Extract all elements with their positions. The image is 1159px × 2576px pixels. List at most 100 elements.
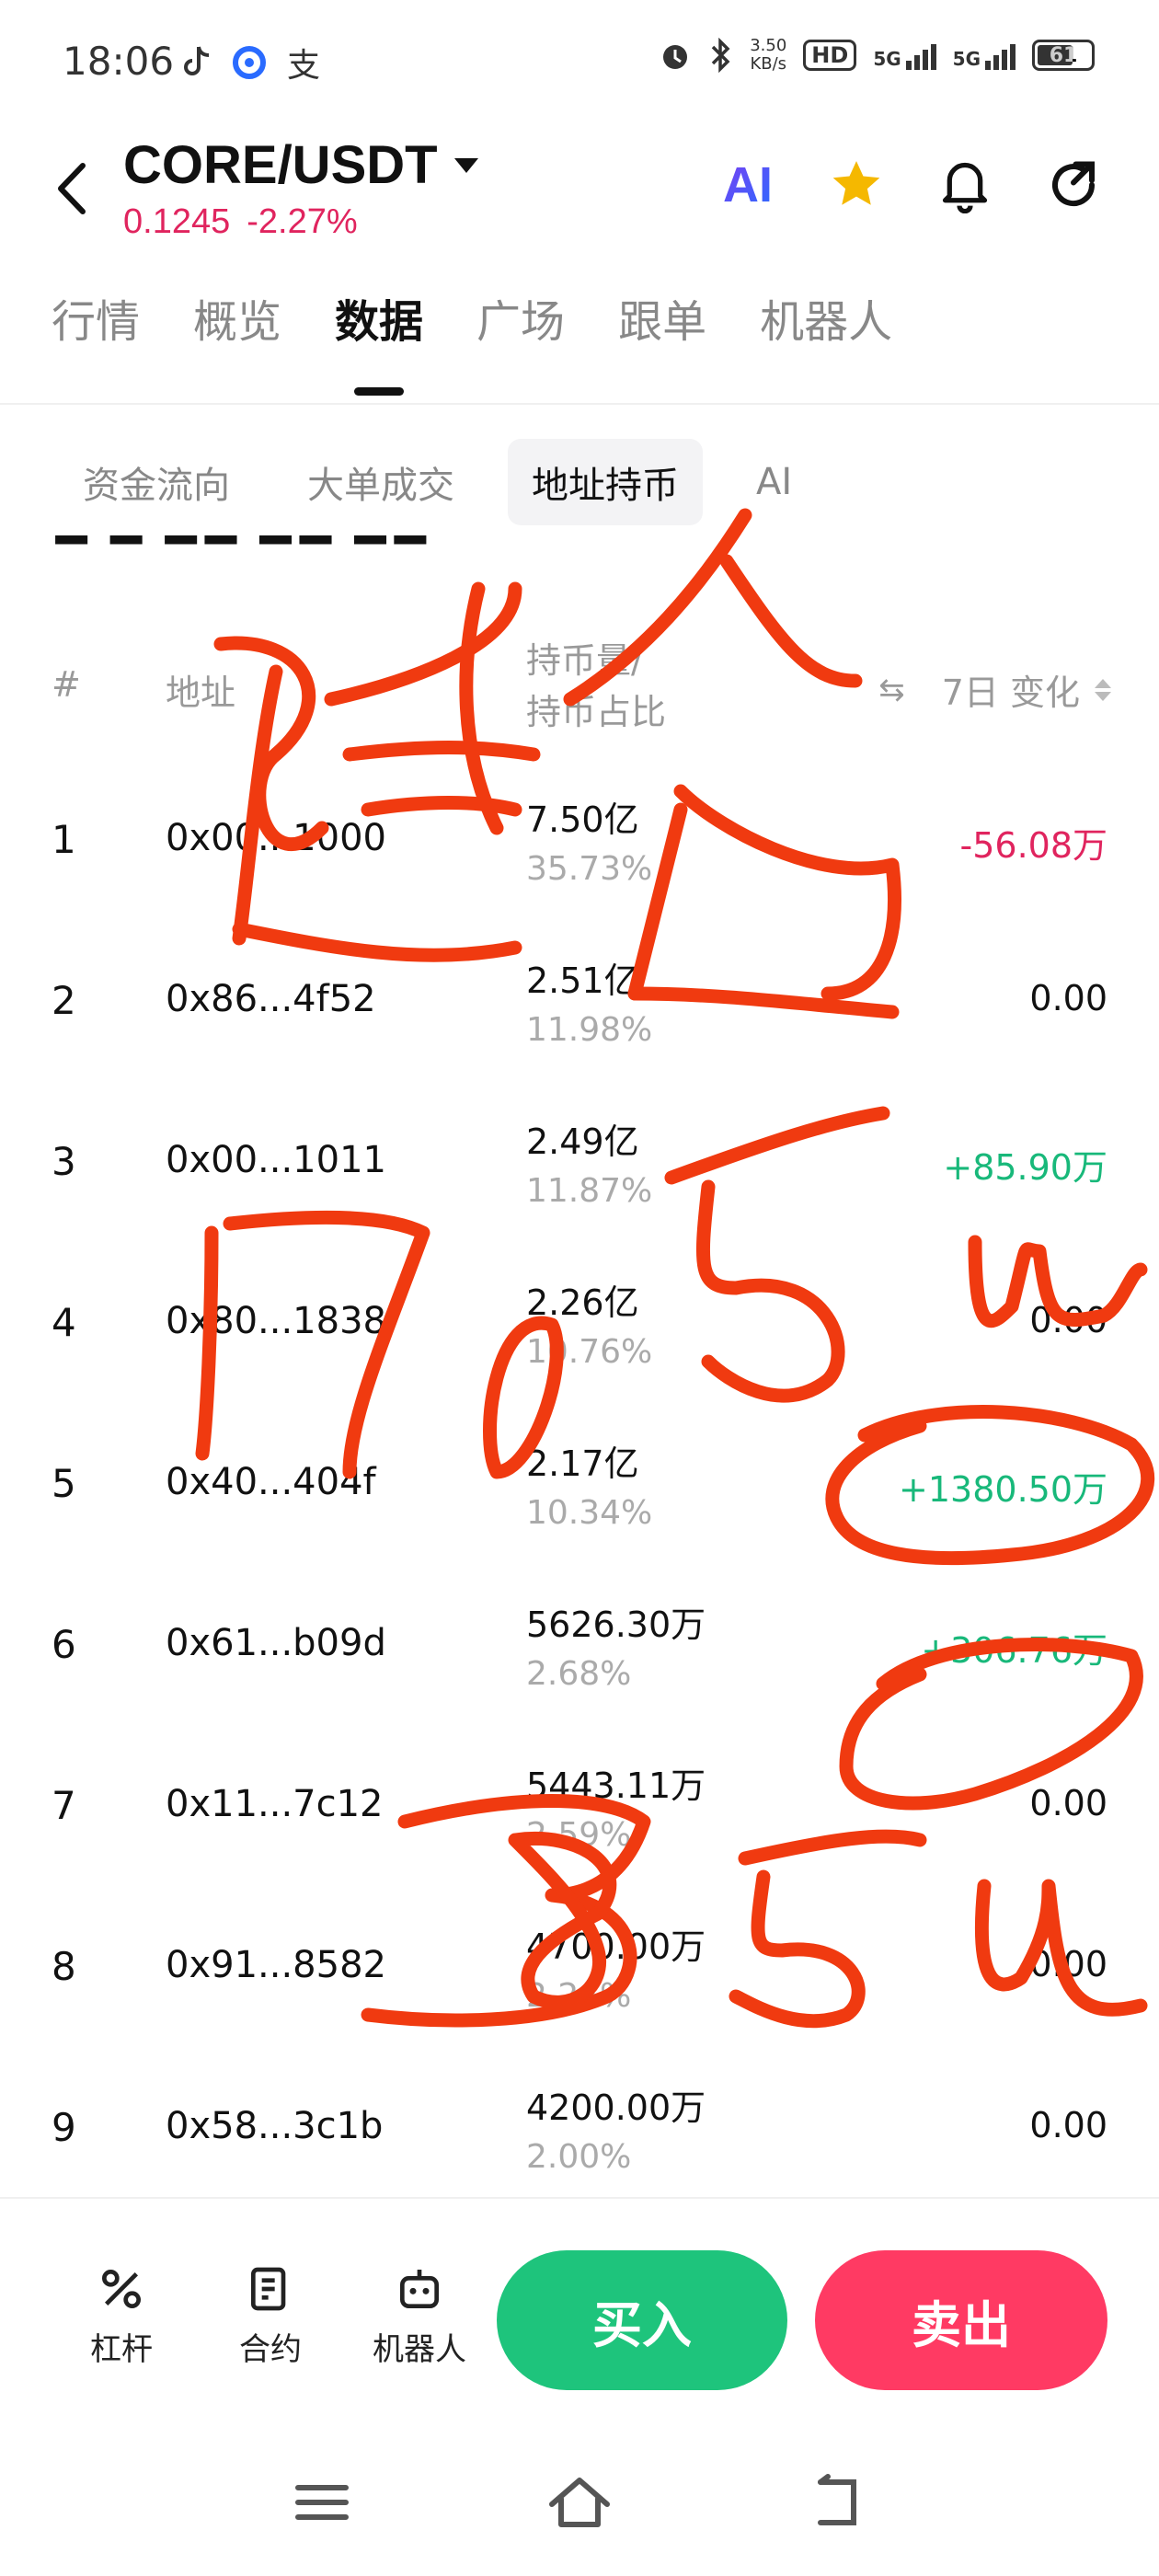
row-rank: 3	[52, 1139, 76, 1184]
row-rank: 1	[52, 817, 76, 862]
browser-icon	[233, 46, 266, 79]
price-change: -2.27%	[247, 202, 358, 241]
row-amount: 5626.30万	[526, 1604, 706, 1645]
row-address[interactable]: 0x58...3c1b	[166, 2105, 383, 2147]
header-actions: AI	[717, 155, 1104, 215]
sort-icon[interactable]	[1095, 678, 1111, 701]
row-percent: 2.24%	[526, 1977, 632, 2015]
row-amount: 7.50亿	[526, 799, 639, 840]
bell-icon	[942, 162, 988, 213]
row-rank: 9	[52, 2105, 76, 2150]
row-rank: 7	[52, 1783, 76, 1828]
table-row[interactable]: 7 0x11...7c12 5443.11万 2.59% 0.00	[0, 1739, 1159, 1900]
header-rank: #	[52, 664, 81, 705]
subtab-ai[interactable]: AI	[732, 444, 816, 520]
favorite-button[interactable]	[826, 155, 887, 215]
buy-button[interactable]: 买入	[497, 2250, 787, 2390]
data-sub-tabs: 资金流向 大单成交 地址持币 AI	[0, 436, 1159, 528]
tab-bot[interactable]: 机器人	[760, 294, 892, 396]
bot-button[interactable]: 机器人	[355, 2263, 484, 2369]
back-button[interactable]	[46, 156, 101, 221]
menu-icon[interactable]	[285, 2466, 359, 2539]
row-7d-change: 0.00	[1029, 1944, 1107, 1984]
row-7d-change: +85.90万	[943, 1147, 1107, 1188]
pair-selector[interactable]: CORE/USDT	[123, 134, 478, 196]
bot-label: 机器人	[373, 2331, 466, 2368]
row-rank: 5	[52, 1461, 76, 1506]
row-percent: 10.34%	[526, 1494, 653, 1532]
system-nav-bar	[0, 2429, 1159, 2576]
row-address[interactable]: 0x86...4f52	[166, 978, 376, 1020]
contract-button[interactable]: 合约	[206, 2263, 335, 2369]
row-address[interactable]: 0x11...7c12	[166, 1783, 384, 1825]
table-row[interactable]: 2 0x86...4f52 2.51亿 11.98% 0.00	[0, 934, 1159, 1095]
pair-name: CORE/USDT	[123, 135, 438, 195]
row-address[interactable]: 0x61...b09d	[166, 1622, 386, 1664]
row-percent: 11.87%	[526, 1172, 653, 1210]
row-percent: 35.73%	[526, 850, 653, 888]
holders-table: 1 0x00...1000 7.50亿 35.73% -56.08万 2 0x86...4f…	[0, 773, 1159, 2222]
row-amount: 4200.00万	[526, 2087, 706, 2128]
share-button[interactable]	[1043, 155, 1104, 215]
last-price: 0.1245	[123, 202, 231, 241]
row-rank: 8	[52, 1944, 76, 1989]
status-indicators: 3.50 KB/s HD 5G 5G 61	[658, 37, 1095, 74]
table-row[interactable]: 5 0x40...404f 2.17亿 10.34% +1380.50万	[0, 1417, 1159, 1578]
back-nav-icon[interactable]	[800, 2466, 874, 2539]
row-address[interactable]: 0x80...1838	[166, 1300, 386, 1342]
swap-icon[interactable]: ⇆	[878, 672, 905, 708]
row-percent: 11.98%	[526, 1011, 653, 1049]
row-address[interactable]: 0x91...8582	[166, 1944, 386, 1986]
alert-button[interactable]	[935, 155, 995, 215]
tab-square[interactable]: 广场	[476, 294, 565, 396]
row-7d-change: 0.00	[1029, 2105, 1107, 2145]
ai-button[interactable]: AI	[717, 155, 778, 215]
battery-icon: 61	[1032, 40, 1095, 71]
row-rank: 4	[52, 1300, 76, 1345]
row-address[interactable]: 0x00...1011	[166, 1139, 386, 1181]
net-speed: 3.50 KB/s	[750, 36, 787, 74]
tab-market[interactable]: 行情	[52, 294, 140, 396]
signal-sim2-icon: 5G	[953, 40, 1016, 70]
row-7d-change: 0.00	[1029, 978, 1107, 1018]
row-percent: 2.68%	[526, 1655, 632, 1693]
leverage-button[interactable]: 杠杆	[57, 2263, 186, 2369]
table-row[interactable]: 3 0x00...1011 2.49亿 11.87% +85.90万	[0, 1095, 1159, 1256]
table-row[interactable]: 1 0x00...1000 7.50亿 35.73% -56.08万	[0, 773, 1159, 934]
table-row[interactable]: 8 0x91...8582 4700.00万 2.24% 0.00	[0, 1900, 1159, 2061]
signal-sim1-icon: 5G	[873, 40, 936, 70]
price-line: 0.1245 -2.27%	[123, 202, 358, 242]
tab-overview[interactable]: 概览	[193, 294, 281, 396]
home-icon[interactable]	[543, 2466, 616, 2539]
row-address[interactable]: 0x00...1000	[166, 817, 386, 859]
row-amount: 4700.00万	[526, 1926, 706, 1967]
header-address: 地址	[166, 673, 236, 713]
alipay-icon: 支	[287, 47, 321, 85]
tab-data[interactable]: 数据	[335, 294, 423, 396]
table-row[interactable]: 4 0x80...1838 2.26亿 10.76% 0.00	[0, 1256, 1159, 1417]
main-tabs: 行情 概览 数据 广场 跟单 机器人	[0, 294, 1159, 405]
header-change[interactable]: ⇆ 7日 变化	[878, 664, 1111, 715]
row-percent: 2.00%	[526, 2138, 632, 2176]
holders-table-header: # 地址 持币量/ 持币占比 ⇆ 7日 变化	[0, 635, 1159, 745]
subtab-fund-flow[interactable]: 资金流向	[59, 439, 254, 525]
row-7d-change: 0.00	[1029, 1300, 1107, 1340]
row-address[interactable]: 0x40...404f	[166, 1461, 376, 1503]
section-title-cropped: ▬ ▬ ▬▬ ▬▬ ▬▬	[52, 535, 438, 565]
row-7d-change: +306.76万	[921, 1630, 1107, 1671]
row-amount: 2.49亿	[526, 1121, 639, 1162]
row-amount: 2.51亿	[526, 960, 639, 1001]
row-7d-change: +1380.50万	[899, 1469, 1107, 1510]
leverage-label: 杠杆	[90, 2331, 153, 2368]
header-change-label: 7日 变化	[941, 673, 1080, 713]
subtab-large-trades[interactable]: 大单成交	[283, 439, 478, 525]
contract-label: 合约	[239, 2331, 302, 2368]
row-amount: 2.17亿	[526, 1443, 639, 1484]
status-app-icons: 支	[180, 39, 320, 86]
tab-copy-trade[interactable]: 跟单	[618, 294, 706, 396]
row-rank: 2	[52, 978, 76, 1023]
subtab-address-holdings[interactable]: 地址持币	[508, 439, 703, 525]
table-row[interactable]: 6 0x61...b09d 5626.30万 2.68% +306.76万	[0, 1578, 1159, 1739]
status-time: 18:06	[63, 39, 175, 84]
sell-button[interactable]: 卖出	[815, 2250, 1107, 2390]
